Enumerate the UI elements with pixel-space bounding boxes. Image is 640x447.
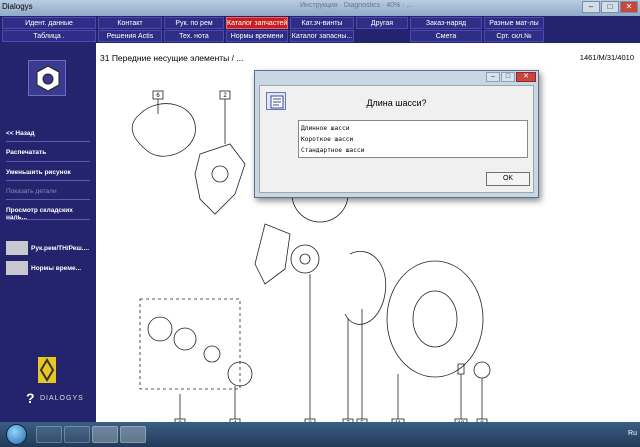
knuckle-hole [211,165,229,183]
shield-right [344,251,387,325]
window-titlebar: Dialogys Инструкция · Diagnostics · 40% … [0,0,640,16]
menu-materials[interactable]: Разные мат-лы [484,17,544,29]
dialog-maximize-button[interactable]: □ [501,72,515,82]
menu-repair-manual[interactable]: Рук. по рем [164,17,224,29]
menu-time-norms[interactable]: Нормы времени [226,30,288,42]
ok-button[interactable]: OK [486,172,530,186]
option-standard-chassis[interactable]: Стандартное шасси [301,145,525,156]
taskbar: Ru [0,422,640,447]
bearing [173,327,197,351]
dialog-minimize-button[interactable]: – [486,72,500,82]
thumb-label: Нормы време... [31,264,82,272]
menu-screws-catalog[interactable]: Кат.зч-винты [290,17,354,29]
page-code: 1461/M/31/4010 [579,53,634,62]
brake-disc-inner [412,290,458,348]
hub [290,244,320,274]
menu-actis[interactable]: Решения Actis [98,30,162,42]
dialogys-logo-icon: ? [26,390,35,406]
renault-logo-icon [38,357,56,383]
menu-spare-catalog[interactable]: Каталог запасны... [290,30,354,42]
maximize-button[interactable]: □ [601,1,619,13]
explorer-task-icon[interactable] [36,426,62,443]
steering-knuckle [194,143,246,215]
brand-text: DIALOGYS [40,395,84,402]
menu-parts-catalog[interactable]: Каталог запчастей [226,17,288,29]
dialogys-task-icon[interactable] [120,426,146,443]
menu-tech-note[interactable]: Тех. нота [164,30,224,42]
dust-shield [131,103,196,157]
background-tabs: Инструкция · Diagnostics · 40% · ... [300,2,413,9]
divider [6,141,90,142]
menu-work-order[interactable]: Заказ-наряд [410,17,482,29]
menu-estimate[interactable]: Смета [410,30,482,42]
divider [6,180,90,181]
print-button[interactable]: Распечатать [6,149,90,156]
nut-small [203,345,221,363]
chassis-option-list[interactable]: Длинное шасси Короткое шасси Стандартное… [298,120,528,158]
menu-stock-no[interactable]: Срт. скл.№ [484,30,544,42]
nut-logo-icon [28,60,66,96]
hub-center [299,253,311,265]
manual-thumbnail-icon [6,241,28,255]
page-title: 31 Передние несущие элементы / ... [100,53,244,63]
top-menu: Идент. данные Контакт Рук. по рем Катало… [0,16,640,43]
dialog-close-button[interactable]: ✕ [516,72,536,82]
sidebar: << Назад Распечатать Уменьшить рисунок П… [0,43,96,422]
option-long-chassis[interactable]: Длинное шасси [301,123,525,134]
content-header: 31 Передние несущие элементы / ... 1461/… [96,52,640,66]
bearing-ring [147,316,173,342]
option-short-chassis[interactable]: Короткое шасси [301,134,525,145]
menu-ident[interactable]: Идент. данные [2,17,96,29]
chassis-length-dialog: – □ ✕ Длина шасси? Длинное шасси Коротко… [254,70,539,198]
close-button[interactable]: ✕ [620,1,638,13]
dialog-body: Длина шасси? Длинное шасси Короткое шасс… [259,85,534,193]
nut [473,361,491,379]
media-task-icon[interactable] [64,426,90,443]
dialog-heading: Длина шасси? [366,98,427,108]
knuckle-lower [254,223,291,285]
divider [6,219,90,220]
brake-disc [386,260,484,378]
show-parts-button[interactable]: Показать детали [6,188,90,195]
back-link[interactable]: << Назад [6,130,90,137]
zoom-out-button[interactable]: Уменьшить рисунок [6,169,90,176]
language-indicator[interactable]: Ru [628,430,637,437]
bearing-group [139,298,241,390]
menu-table[interactable]: Таблица . [2,30,96,42]
menu-contact[interactable]: Контакт [98,17,162,29]
window-controls: – □ ✕ [582,1,638,13]
firefox-task-icon[interactable] [92,426,118,443]
divider [6,199,90,200]
start-button[interactable] [6,424,27,445]
minimize-button[interactable]: – [582,1,600,13]
dialog-controls: – □ ✕ [486,72,536,82]
thumb-repair-manual[interactable]: Рук.рем/ТН/Реш.... [6,240,90,256]
app-title: Dialogys [2,2,33,11]
thumb-time-norms[interactable]: Нормы време... [6,260,90,276]
dialog-titlebar: – □ ✕ [255,71,538,85]
divider [6,161,90,162]
app-window: Идент. данные Контакт Рук. по рем Катало… [0,16,640,428]
thumb-label: Рук.рем/ТН/Реш.... [31,244,90,252]
menu-other[interactable]: Другая [356,17,408,29]
clock-thumbnail-icon [6,261,28,275]
